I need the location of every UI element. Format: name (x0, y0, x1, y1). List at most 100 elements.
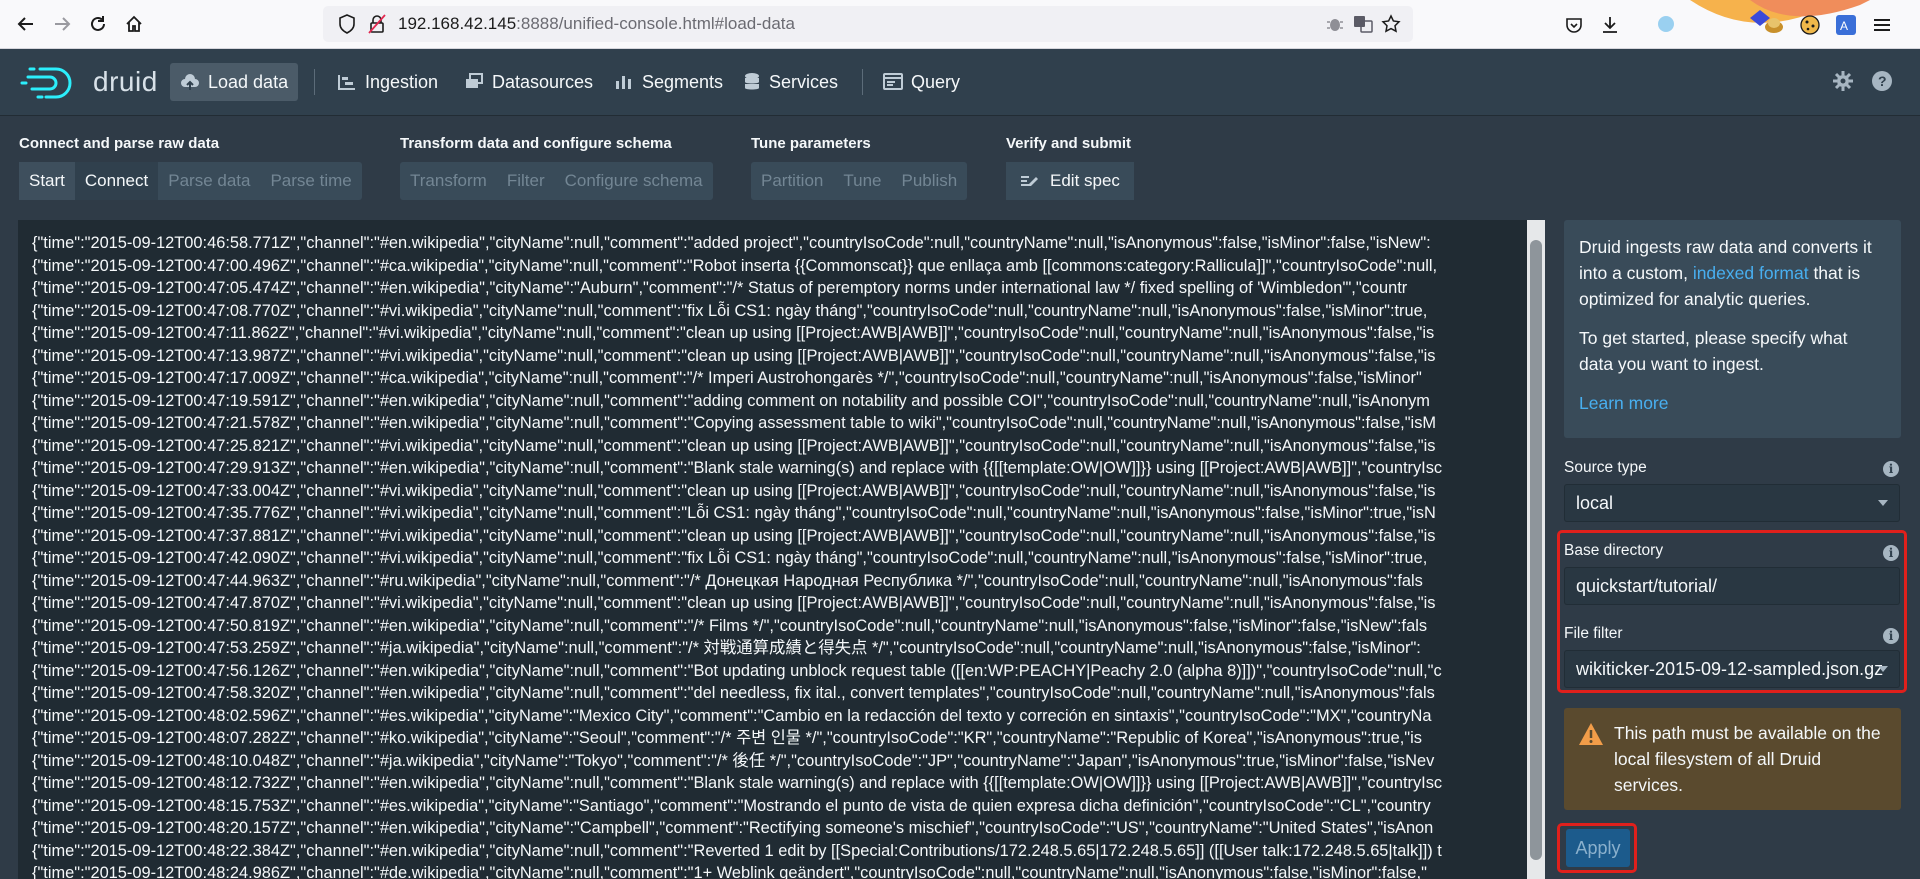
raw-data-line: {"time":"2015-09-12T00:47:53.259Z","chan… (32, 639, 1421, 657)
step-group-title-transform: Transform data and configure schema (400, 135, 672, 152)
file-filter-label: File filter (1564, 625, 1623, 642)
raw-data-line: {"time":"2015-09-12T00:47:35.776Z","chan… (32, 504, 1436, 522)
warning-text: This path must be available on the local… (1614, 723, 1881, 795)
step-start[interactable]: Start (19, 162, 75, 200)
file-filter-input[interactable]: wikiticker-2015-09-12-sampled.json.gz (1564, 650, 1900, 688)
reload-icon[interactable] (86, 12, 110, 36)
nav-ingestion[interactable]: Ingestion (327, 63, 448, 101)
browser-theme-art: A (1630, 0, 1920, 49)
apply-button[interactable]: Apply (1566, 829, 1630, 867)
raw-data-line: {"time":"2015-09-12T00:47:44.963Z","chan… (32, 571, 1423, 590)
raw-data-line: {"time":"2015-09-12T00:47:19.591Z","chan… (32, 391, 1430, 410)
nav-query[interactable]: Query (873, 63, 970, 101)
info-icon[interactable]: i (1883, 628, 1899, 644)
raw-data-lines: {"time":"2015-09-12T00:46:58.771Z","chan… (32, 232, 1529, 879)
raw-data-line: {"time":"2015-09-12T00:48:22.384Z","chan… (32, 841, 1442, 860)
pocket-icon[interactable] (1562, 13, 1586, 37)
cookie-icon[interactable] (1798, 13, 1822, 37)
raw-data-line: {"time":"2015-09-12T00:47:00.496Z","chan… (32, 256, 1438, 275)
raw-data-line: {"time":"2015-09-12T00:47:29.913Z","chan… (32, 459, 1443, 477)
step-group-transform: Transform Filter Configure schema (400, 162, 713, 200)
druid-header: druid Load data Ingestion Datasources Se… (0, 49, 1920, 115)
info-icon[interactable]: i (1883, 545, 1899, 561)
raw-data-line: {"time":"2015-09-12T00:47:50.819Z","chan… (32, 616, 1428, 635)
raw-data-line: {"time":"2015-09-12T00:47:33.004Z","chan… (32, 481, 1436, 500)
intro-paragraph-1: Druid ingests raw data and converts it i… (1579, 234, 1886, 312)
step-edit-spec[interactable]: Edit spec (1006, 162, 1134, 200)
raw-data-line: {"time":"2015-09-12T00:47:47.870Z","chan… (32, 594, 1436, 612)
chevron-down-icon[interactable] (1878, 666, 1888, 672)
gear-icon[interactable] (1831, 69, 1855, 93)
nav-divider (314, 69, 315, 95)
step-parse-time[interactable]: Parse time (260, 162, 361, 200)
warning-callout: This path must be available on the local… (1564, 708, 1901, 810)
insecure-lock-icon[interactable] (365, 12, 389, 36)
step-edit-spec-label: Edit spec (1050, 171, 1120, 190)
base-directory-value: quickstart/tutorial/ (1576, 576, 1718, 596)
gantt-chart-icon (338, 75, 355, 90)
raw-data-line: {"time":"2015-09-12T00:48:15.753Z","chan… (32, 796, 1431, 815)
forward-icon[interactable] (50, 12, 74, 36)
nav-ingestion-label: Ingestion (365, 71, 439, 92)
raw-data-line: {"time":"2015-09-12T00:47:25.821Z","chan… (32, 436, 1436, 455)
raw-data-line: {"time":"2015-09-12T00:47:37.881Z","chan… (32, 526, 1436, 545)
nav-services[interactable]: Services (733, 63, 848, 101)
extension-icon[interactable] (1762, 13, 1786, 37)
nav-segments-label: Segments (642, 71, 724, 92)
help-icon[interactable]: ? (1870, 69, 1894, 93)
step-group-title-connect: Connect and parse raw data (19, 135, 220, 152)
stacked-chart-icon (616, 76, 631, 89)
shield-icon[interactable] (335, 12, 359, 36)
menu-icon[interactable] (1870, 13, 1894, 37)
druid-logo-text: druid (93, 66, 158, 97)
raw-data-scrollbar[interactable] (1527, 220, 1545, 879)
nav-load-data[interactable]: Load data (170, 63, 299, 101)
step-filter[interactable]: Filter (497, 162, 555, 200)
nav-datasources[interactable]: Datasources (454, 63, 603, 101)
intro-paragraph-2: To get started, please specify what data… (1579, 328, 1848, 374)
step-partition[interactable]: Partition (751, 162, 833, 200)
back-icon[interactable] (14, 12, 38, 36)
nav-load-data-label: Load data (208, 71, 289, 92)
scrollbar-thumb[interactable] (1530, 240, 1542, 860)
intro-card: Druid ingests raw data and converts it i… (1564, 220, 1901, 438)
info-icon[interactable]: i (1883, 461, 1899, 477)
learn-more-link[interactable]: Learn more (1579, 393, 1669, 413)
address-bar[interactable]: 192.168.42.145:8888/unified-console.html… (323, 6, 1413, 42)
step-publish[interactable]: Publish (892, 162, 968, 200)
bug-icon[interactable] (1323, 12, 1347, 36)
step-tune[interactable]: Tune (833, 162, 891, 200)
url-text: 192.168.42.145:8888/unified-console.html… (398, 14, 795, 34)
source-type-select[interactable]: local (1564, 484, 1900, 522)
home-icon[interactable] (122, 12, 146, 36)
step-configure-schema[interactable]: Configure schema (555, 162, 713, 200)
step-group-title-verify: Verify and submit (1006, 135, 1132, 152)
indexed-format-link[interactable]: indexed format (1693, 263, 1809, 283)
database-icon (745, 73, 759, 90)
raw-data-line: {"time":"2015-09-12T00:46:58.771Z","chan… (32, 234, 1431, 252)
step-group-verify: Edit spec (1006, 162, 1134, 200)
nav-divider (862, 69, 863, 95)
nav-segments[interactable]: Segments (604, 63, 733, 101)
raw-data-line: {"time":"2015-09-12T00:48:20.157Z","chan… (32, 819, 1434, 837)
translate-extension-icon[interactable]: A (1834, 13, 1858, 37)
base-directory-label: Base directory (1564, 542, 1664, 559)
warning-icon (1579, 723, 1603, 745)
raw-data-line: {"time":"2015-09-12T00:48:07.282Z","chan… (32, 729, 1422, 747)
raw-data-line: {"time":"2015-09-12T00:47:21.578Z","chan… (32, 414, 1437, 432)
download-icon[interactable] (1598, 13, 1622, 37)
raw-data-line: {"time":"2015-09-12T00:47:05.474Z","chan… (32, 279, 1408, 297)
translate-icon[interactable] (1351, 12, 1375, 36)
step-transform[interactable]: Transform (400, 162, 497, 200)
step-connect[interactable]: Connect (74, 162, 159, 200)
source-type-label: Source type (1564, 459, 1647, 476)
application-icon (883, 73, 903, 90)
file-filter-value: wikiticker-2015-09-12-sampled.json.gz (1576, 659, 1884, 679)
raw-data-preview[interactable]: {"time":"2015-09-12T00:46:58.771Z","chan… (18, 220, 1545, 879)
step-group-connect: Start Connect Parse data Parse time (19, 162, 362, 200)
base-directory-input[interactable]: quickstart/tutorial/ (1564, 567, 1900, 605)
druid-logo[interactable]: druid (20, 63, 180, 103)
raw-data-line: {"time":"2015-09-12T00:47:11.862Z","chan… (32, 324, 1435, 342)
step-parse-data[interactable]: Parse data (158, 162, 260, 200)
star-icon[interactable] (1379, 12, 1403, 36)
